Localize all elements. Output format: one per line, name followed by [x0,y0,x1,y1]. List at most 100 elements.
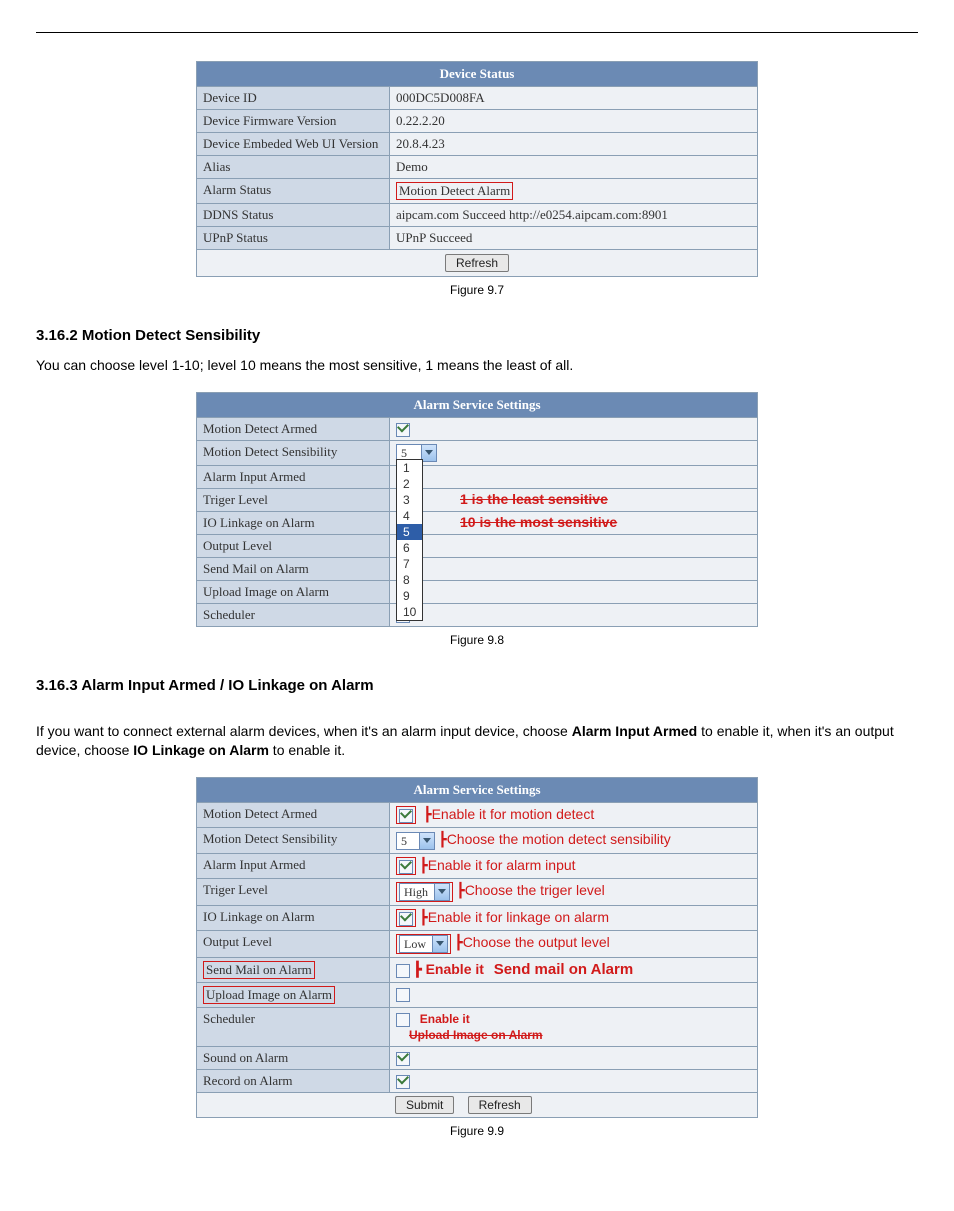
checkbox-99-upimg[interactable] [396,988,410,1002]
checkbox-99-sound[interactable] [396,1052,410,1066]
label-99-aia: Alarm Input Armed [197,854,390,878]
label-upload-image: Upload Image on Alarm [197,581,390,603]
cell-motion-detect-sensibility: 5 1 2 3 4 5 6 7 8 9 10 [390,441,757,465]
p-3163-e: to enable it. [269,742,345,758]
chevron-down-icon[interactable] [422,444,437,462]
checkbox-99-iol[interactable] [399,912,413,926]
annot-aia: ┣Enable it for alarm input [419,857,575,873]
label-alarm-input-armed: Alarm Input Armed [197,466,390,488]
cell-triger-level: 1 is the least sensitive [390,489,757,511]
device-status-panel: Device Status Device ID 000DC5D008FA Dev… [196,61,758,277]
p-3163-b: Alarm Input Armed [572,723,698,739]
select-box-out: Low [396,934,451,954]
cell-99-aia: ┣Enable it for alarm input [390,854,757,878]
label-ddns-status: DDNS Status [197,204,390,226]
label-99-mda: Motion Detect Armed [197,803,390,827]
cell-99-record [390,1070,757,1092]
submit-button[interactable]: Submit [395,1096,454,1114]
option-7[interactable]: 7 [397,556,422,572]
footer-buttons: Submit Refresh [389,1093,757,1117]
annot-mail2: Send mail on Alarm [494,961,633,978]
checkbox-box-aia [396,857,416,875]
annot-iol: ┣Enable it for linkage on alarm [419,909,609,925]
label-fw-version: Device Firmware Version [197,110,390,132]
label-output-level: Output Level [197,535,390,557]
chevron-down-icon[interactable] [420,832,435,850]
label-99-record: Record on Alarm [197,1070,390,1092]
option-10[interactable]: 10 [397,604,422,620]
footer-spacer [197,1093,389,1117]
cell-99-trg: High ┣Choose the triger level [390,879,757,905]
label-99-mail: Send Mail on Alarm [197,958,390,982]
device-status-title: Device Status [197,62,757,87]
refresh-button-99[interactable]: Refresh [468,1096,532,1114]
alarm-settings-panel-98: Alarm Service Settings Motion Detect Arm… [196,392,758,627]
annot-trg: ┣Choose the triger level [456,882,605,898]
option-6[interactable]: 6 [397,540,422,556]
label-upnp-status: UPnP Status [197,227,390,249]
alarm-settings-title-98: Alarm Service Settings [197,393,757,418]
annot-least-sensitive: 1 is the least sensitive [460,491,608,507]
checkbox-box-iol [396,909,416,927]
option-3[interactable]: 3 [397,492,422,508]
value-alias: Demo [390,156,757,178]
cell-99-sched: Enable it xxUpload Image on Alarm [390,1008,757,1046]
cell-scheduler [390,604,757,626]
option-9[interactable]: 9 [397,588,422,604]
alarm-settings-title-99: Alarm Service Settings [197,778,757,803]
checkbox-99-record[interactable] [396,1075,410,1089]
value-web-ui-version: 20.8.4.23 [390,133,757,155]
label-motion-detect-sensibility: Motion Detect Sensibility [197,441,390,465]
label-99-trg: Triger Level [197,879,390,905]
upimg-label-box: Upload Image on Alarm [203,986,335,1004]
label-io-linkage: IO Linkage on Alarm [197,512,390,534]
annot-sched1: Enable it [420,1012,470,1026]
value-upnp-status: UPnP Succeed [390,227,757,249]
option-4[interactable]: 4 [397,508,422,524]
checkbox-box-mda [396,806,416,824]
annot-sched2: Upload Image on Alarm [409,1028,543,1042]
section-3162-text: You can choose level 1-10; level 10 mean… [36,356,918,376]
alarm-status-highlight: Motion Detect Alarm [396,182,513,200]
annot-most-sensitive: 10 is the most sensitive [460,514,617,530]
checkbox-99-aia[interactable] [399,860,413,874]
annot-out: ┣Choose the output level [454,934,610,950]
label-99-sound: Sound on Alarm [197,1047,390,1069]
checkbox-motion-detect-armed[interactable] [396,423,410,437]
cell-99-iol: ┣Enable it for linkage on alarm [390,906,757,930]
cell-motion-detect-armed [390,418,757,440]
label-scheduler: Scheduler [197,604,390,626]
mail-label-box: Send Mail on Alarm [203,961,315,979]
value-alarm-status: Motion Detect Alarm [390,179,757,203]
select-box-trg: High [396,882,453,902]
sensibility-dropdown[interactable]: 1 2 3 4 5 6 7 8 9 10 [396,459,423,621]
checkbox-99-sched[interactable] [396,1013,410,1027]
section-3163-heading: 3.16.3 Alarm Input Armed / IO Linkage on… [36,677,918,694]
option-5[interactable]: 5 [397,524,422,540]
section-3163-text: If you want to connect external alarm de… [36,722,918,761]
select-triger-level[interactable]: High [399,883,435,901]
select-99-sensibility[interactable]: 5 [396,832,420,850]
annot-mda: ┣Enable it for motion detect [419,806,594,822]
label-99-out: Output Level [197,931,390,957]
label-device-id: Device ID [197,87,390,109]
refresh-button[interactable]: Refresh [445,254,509,272]
checkbox-99-mail[interactable] [396,964,410,978]
chevron-down-icon[interactable] [435,883,450,901]
label-motion-detect-armed: Motion Detect Armed [197,418,390,440]
cell-99-mda: ┣Enable it for motion detect [390,803,757,827]
cell-io-linkage: 10 is the most sensitive [390,512,757,534]
option-1[interactable]: 1 [397,460,422,476]
option-8[interactable]: 8 [397,572,422,588]
value-device-id: 000DC5D008FA [390,87,757,109]
checkbox-99-mda[interactable] [399,809,413,823]
section-3162-heading: 3.16.2 Motion Detect Sensibility [36,327,918,344]
figure-98-caption: Figure 9.8 [36,633,918,647]
chevron-down-icon[interactable] [433,935,448,953]
value-ddns-status: aipcam.com Succeed http://e0254.aipcam.c… [390,204,757,226]
option-2[interactable]: 2 [397,476,422,492]
select-output-level[interactable]: Low [399,935,433,953]
cell-alarm-input-armed [390,466,757,488]
cell-send-mail [390,558,757,580]
cell-99-mail: ┣ Enable it Send mail on Alarm [390,958,757,982]
